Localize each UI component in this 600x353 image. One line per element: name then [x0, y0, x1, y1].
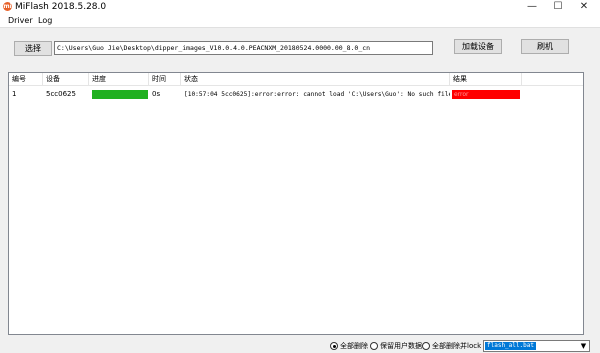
- column-header-time[interactable]: 时间: [149, 73, 181, 86]
- menu-log[interactable]: Log: [38, 14, 52, 28]
- result-badge: error: [452, 90, 520, 99]
- mi-logo-icon: mi: [3, 2, 12, 11]
- radio-save-user-data-label[interactable]: 保留用户数据: [380, 340, 422, 352]
- device-list[interactable]: 编号 设备 进度 时间 状态 结果 1 5cc0625 0s [10:57:04…: [8, 72, 584, 335]
- row-device: 5cc0625: [46, 90, 76, 98]
- column-header-status[interactable]: 状态: [181, 73, 450, 86]
- radio-clean-all-and-lock-label[interactable]: 全部删除并lock: [432, 340, 481, 352]
- radio-clean-all-and-lock[interactable]: [422, 342, 430, 350]
- flash-script-value: flash_all.bat: [485, 342, 536, 350]
- table-row[interactable]: 1 5cc0625 0s [10:57:04 5cc0625]:error:er…: [9, 88, 583, 101]
- column-header-progress[interactable]: 进度: [89, 73, 149, 86]
- row-status: [10:57:04 5cc0625]:error:error: cannot l…: [184, 91, 450, 98]
- title-bar: mi MiFlash 2018.5.28.0 — ☐ ✕: [0, 0, 600, 14]
- chevron-down-icon[interactable]: ▼: [579, 341, 588, 351]
- flash-button[interactable]: 刷机: [521, 39, 569, 54]
- load-device-button[interactable]: 加载设备: [454, 39, 502, 54]
- radio-clean-all[interactable]: [330, 342, 338, 350]
- rom-path-input[interactable]: C:\Users\Guo Jie\Desktop\dipper_images_V…: [54, 41, 433, 55]
- select-folder-button[interactable]: 选择: [14, 41, 52, 56]
- menu-bar: Driver Log: [0, 14, 600, 28]
- column-header-result[interactable]: 结果: [450, 73, 522, 86]
- radio-clean-all-label[interactable]: 全部删除: [340, 340, 368, 352]
- column-header-id[interactable]: 编号: [9, 73, 43, 86]
- row-time: 0s: [152, 90, 161, 98]
- column-header-device[interactable]: 设备: [43, 73, 89, 86]
- progress-fill: [92, 90, 148, 99]
- menu-driver[interactable]: Driver: [8, 14, 33, 28]
- minimize-icon[interactable]: —: [519, 0, 545, 14]
- progress-bar: [92, 90, 148, 99]
- column-header-filler: [522, 73, 583, 86]
- row-id: 1: [12, 90, 17, 98]
- maximize-icon[interactable]: ☐: [545, 0, 571, 14]
- radio-save-user-data[interactable]: [370, 342, 378, 350]
- flash-script-select[interactable]: flash_all.bat ▼: [483, 340, 590, 352]
- window-title: MiFlash 2018.5.28.0: [15, 2, 107, 12]
- list-header: 编号 设备 进度 时间 状态 结果: [9, 73, 583, 86]
- close-icon[interactable]: ✕: [571, 0, 597, 14]
